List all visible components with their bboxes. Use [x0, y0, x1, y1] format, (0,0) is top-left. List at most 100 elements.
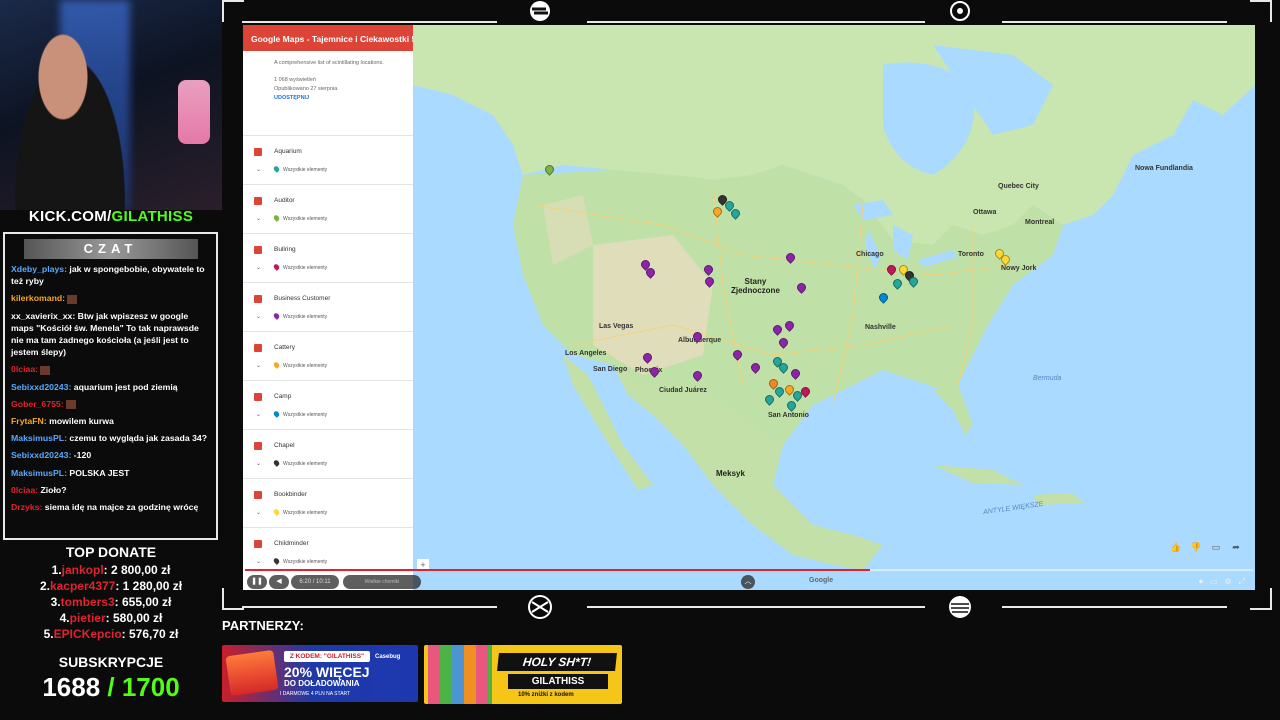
chat-message: FrytaFN: mowilem kurwa [5, 415, 216, 432]
donor-rank: 2. [39, 579, 50, 593]
layer-filter[interactable]: Wszystkie elementy [272, 361, 327, 369]
donor-rank: 4. [59, 611, 70, 625]
layer-filter[interactable]: Wszystkie elementy [272, 214, 328, 222]
layer-checkbox[interactable] [254, 540, 262, 548]
mymaps-title: Google Maps - Tajemnice i Ciekawostki 52 [243, 25, 421, 51]
video-progress-fill [245, 569, 870, 571]
target-logo-icon [945, 0, 975, 22]
emote-icon [65, 400, 76, 410]
layer-filter[interactable]: Wszystkie elementy [272, 165, 327, 173]
chat-text: POLSKA JEST [67, 467, 130, 478]
layer-filter[interactable]: Wszystkie elementy [272, 459, 328, 467]
drink-cans-image [428, 645, 492, 704]
chat-message: 0lciaa: [5, 363, 216, 380]
comment-icon[interactable]: ▭ [1209, 540, 1223, 554]
layer-checkbox[interactable] [254, 442, 262, 450]
chevron-down-icon[interactable]: ⌄ [256, 264, 261, 271]
autoplay-toggle-icon[interactable]: ⏺ [1199, 577, 1203, 587]
chevron-down-icon[interactable]: ⌄ [256, 509, 261, 516]
chevron-down-icon[interactable]: ⌄ [256, 558, 261, 565]
chat-text: Zioło? [38, 484, 67, 495]
layer-filter-label: Wszystkie elementy [283, 461, 328, 467]
volume-button[interactable]: ◀ [269, 575, 289, 589]
chevron-down-icon[interactable]: ⌄ [256, 215, 261, 222]
share-link[interactable]: UDOSTĘPNIJ [274, 94, 403, 103]
subtitles-icon[interactable]: ▭ [1210, 577, 1218, 587]
share-icon[interactable]: ➦ [1229, 540, 1243, 554]
layer-filter[interactable]: Wszystkie elementy [272, 312, 327, 320]
layer-item: Camp ⌄ Wszystkie elementy [243, 380, 413, 429]
layer-checkbox[interactable] [254, 393, 262, 401]
chevron-down-icon[interactable]: ⌄ [256, 313, 261, 320]
chat-username[interactable]: 0lciaa: [11, 364, 38, 374]
layer-filter-label: Wszystkie elementy [283, 216, 328, 222]
chat-username[interactable]: Gober_6755: [11, 399, 64, 409]
label-newfoundland: Nowa Fundlandia [1135, 165, 1193, 172]
ad2-promo: 10% zniżki z kodem [518, 692, 574, 698]
fullscreen-icon[interactable]: ⤢ [1239, 577, 1245, 587]
layer-name: Childminder [274, 540, 309, 547]
chevron-down-icon[interactable]: ⌄ [256, 166, 261, 173]
layer-item: Chapel ⌄ Wszystkie elementy [243, 429, 413, 478]
layer-name: Camp [274, 393, 292, 400]
chat-message: Sebixxd20243: -120 [5, 449, 216, 466]
map-graphic [413, 25, 1255, 590]
sponsor-banner-casebug[interactable]: Z KODEM: "GILATHISS" Casebug 20% WIĘCEJ … [222, 645, 418, 702]
layer-list: Aquarium ⌄ Wszystkie elementy Auditor ⌄ Wszys… [243, 135, 413, 576]
subs-count: 1688 / 1700 [42, 672, 180, 702]
layer-filter[interactable]: Wszystkie elementy [272, 557, 327, 565]
layer-filter[interactable]: Wszystkie elementy [272, 410, 327, 418]
layer-checkbox[interactable] [254, 491, 262, 499]
like-icon[interactable]: 👍 [1169, 540, 1183, 554]
video-right-controls: ⏺ ▭ ⚙ ⤢ [1199, 577, 1245, 587]
chat-username[interactable]: Xdeby_plays: [11, 264, 67, 274]
donor-name: tombers3 [60, 595, 115, 609]
settings-gear-icon[interactable]: ⚙ [1224, 577, 1231, 587]
map-canvas[interactable]: Stany Zjednoczone Meksyk Nowy Jork Montre… [413, 25, 1255, 590]
pin-icon [272, 214, 281, 222]
layer-name: Aquarium [274, 148, 302, 155]
layer-filter[interactable]: Wszystkie elementy [272, 508, 327, 516]
pause-button[interactable]: ❚❚ [247, 575, 267, 589]
dislike-icon[interactable]: 👎 [1189, 540, 1203, 554]
chat-username[interactable]: kilerkomand: [11, 293, 65, 303]
label-new-york: Nowy Jork [1001, 265, 1037, 272]
expand-chevron-icon[interactable]: ︿ [741, 575, 755, 589]
layer-checkbox[interactable] [254, 148, 262, 156]
chat-username[interactable]: xx_xavierix_xx: [11, 311, 75, 321]
donor-amount: : 2 800,00 zł [103, 563, 171, 577]
layer-name: Chapel [274, 442, 295, 449]
chevron-down-icon[interactable]: ⌄ [256, 411, 261, 418]
donor-row: 1.jankopl: 2 800,00 zł [0, 562, 222, 578]
layer-checkbox[interactable] [254, 295, 262, 303]
label-nashville: Nashville [865, 324, 896, 331]
chat-username[interactable]: Drzyks: [11, 502, 42, 512]
layer-checkbox[interactable] [254, 246, 262, 254]
chat-username[interactable]: FrytaFN: [11, 416, 47, 426]
ad1-headline: 20% WIĘCEJ [284, 664, 370, 680]
chat-message: 0lciaa: Zioło? [5, 484, 216, 501]
ad1-code: Z KODEM: "GILATHISS" [284, 651, 370, 662]
video-chapter[interactable]: Wielkie chomiki [343, 575, 421, 589]
donor-name: pietier [69, 611, 106, 625]
chat-username[interactable]: Sebixxd20243: [11, 382, 71, 392]
layer-checkbox[interactable] [254, 197, 262, 205]
layer-filter[interactable]: Wszystkie elementy [272, 263, 327, 271]
chat-username[interactable]: MaksimusPL: [11, 433, 67, 443]
sponsor-banner-holy[interactable]: HOLY SH*T! GILATHISS 10% zniżki z kodem [424, 645, 622, 704]
layer-checkbox[interactable] [254, 344, 262, 352]
layer-name: Business Customer [274, 295, 331, 302]
chevron-down-icon[interactable]: ⌄ [256, 460, 261, 467]
donor-list: 1.jankopl: 2 800,00 zł 2.kacper4377: 1 28… [0, 562, 222, 642]
chat-message: Xdeby_plays: jak w spongebobie, obywatel… [5, 263, 216, 292]
chevron-down-icon[interactable]: ⌄ [256, 362, 261, 369]
label-chicago: Chicago [856, 251, 884, 258]
pin-icon [272, 165, 281, 173]
layer-name: Auditor [274, 197, 295, 204]
video-progress-bar[interactable] [245, 569, 1253, 571]
chat-username[interactable]: MaksimusPL: [11, 468, 67, 478]
chat-list: Xdeby_plays: jak w spongebobie, obywatel… [5, 263, 216, 518]
chat-username[interactable]: 0lciaa: [11, 485, 38, 495]
stripes-logo-icon [945, 596, 975, 618]
chat-username[interactable]: Sebixxd20243: [11, 450, 71, 460]
